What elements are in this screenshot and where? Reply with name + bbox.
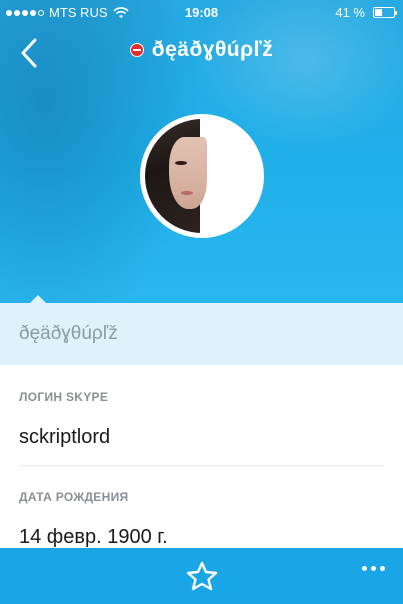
favorite-button[interactable] — [182, 556, 222, 596]
name-band-pointer — [30, 295, 46, 303]
birthday-label: ДАТА РОЖДЕНИЯ — [19, 490, 129, 504]
avatar[interactable] — [140, 114, 264, 238]
skype-login-value[interactable]: sckriptlord — [19, 426, 384, 449]
display-name: ðęäðɣθúρľž — [19, 323, 118, 344]
birthday-value: 14 февр. 1900 г. — [19, 526, 168, 548]
birthday-section: ДАТА РОЖДЕНИЯ 14 февр. 1900 г. — [19, 490, 384, 549]
battery-level — [375, 9, 382, 16]
battery-percent: 41 % — [335, 5, 365, 20]
status-bar: MTS RUS 19:08 41 % — [0, 0, 403, 26]
star-outline-icon — [186, 561, 217, 591]
skype-login-label: ЛОГИН SKYPE — [19, 390, 109, 404]
bottom-toolbar — [0, 548, 403, 604]
more-dots-icon — [362, 566, 367, 571]
battery-icon — [373, 7, 397, 18]
divider — [19, 465, 384, 466]
header-title-row: ðęäðɣθúρľž — [0, 38, 403, 62]
status-bar-right: 41 % — [335, 5, 397, 20]
avatar-face — [169, 137, 207, 209]
avatar-lips — [181, 191, 193, 195]
do-not-disturb-icon — [129, 43, 144, 57]
skype-login-section: ЛОГИН SKYPE sckriptlord — [19, 390, 384, 449]
profile-header: MTS RUS 19:08 41 % ðęäðɣθúρľž — [0, 0, 403, 303]
more-button[interactable] — [362, 566, 385, 571]
display-name-band: ðęäðɣθúρľž — [0, 295, 403, 365]
contact-title: ðęäðɣθúρľž — [151, 38, 274, 61]
avatar-eye — [175, 161, 187, 165]
